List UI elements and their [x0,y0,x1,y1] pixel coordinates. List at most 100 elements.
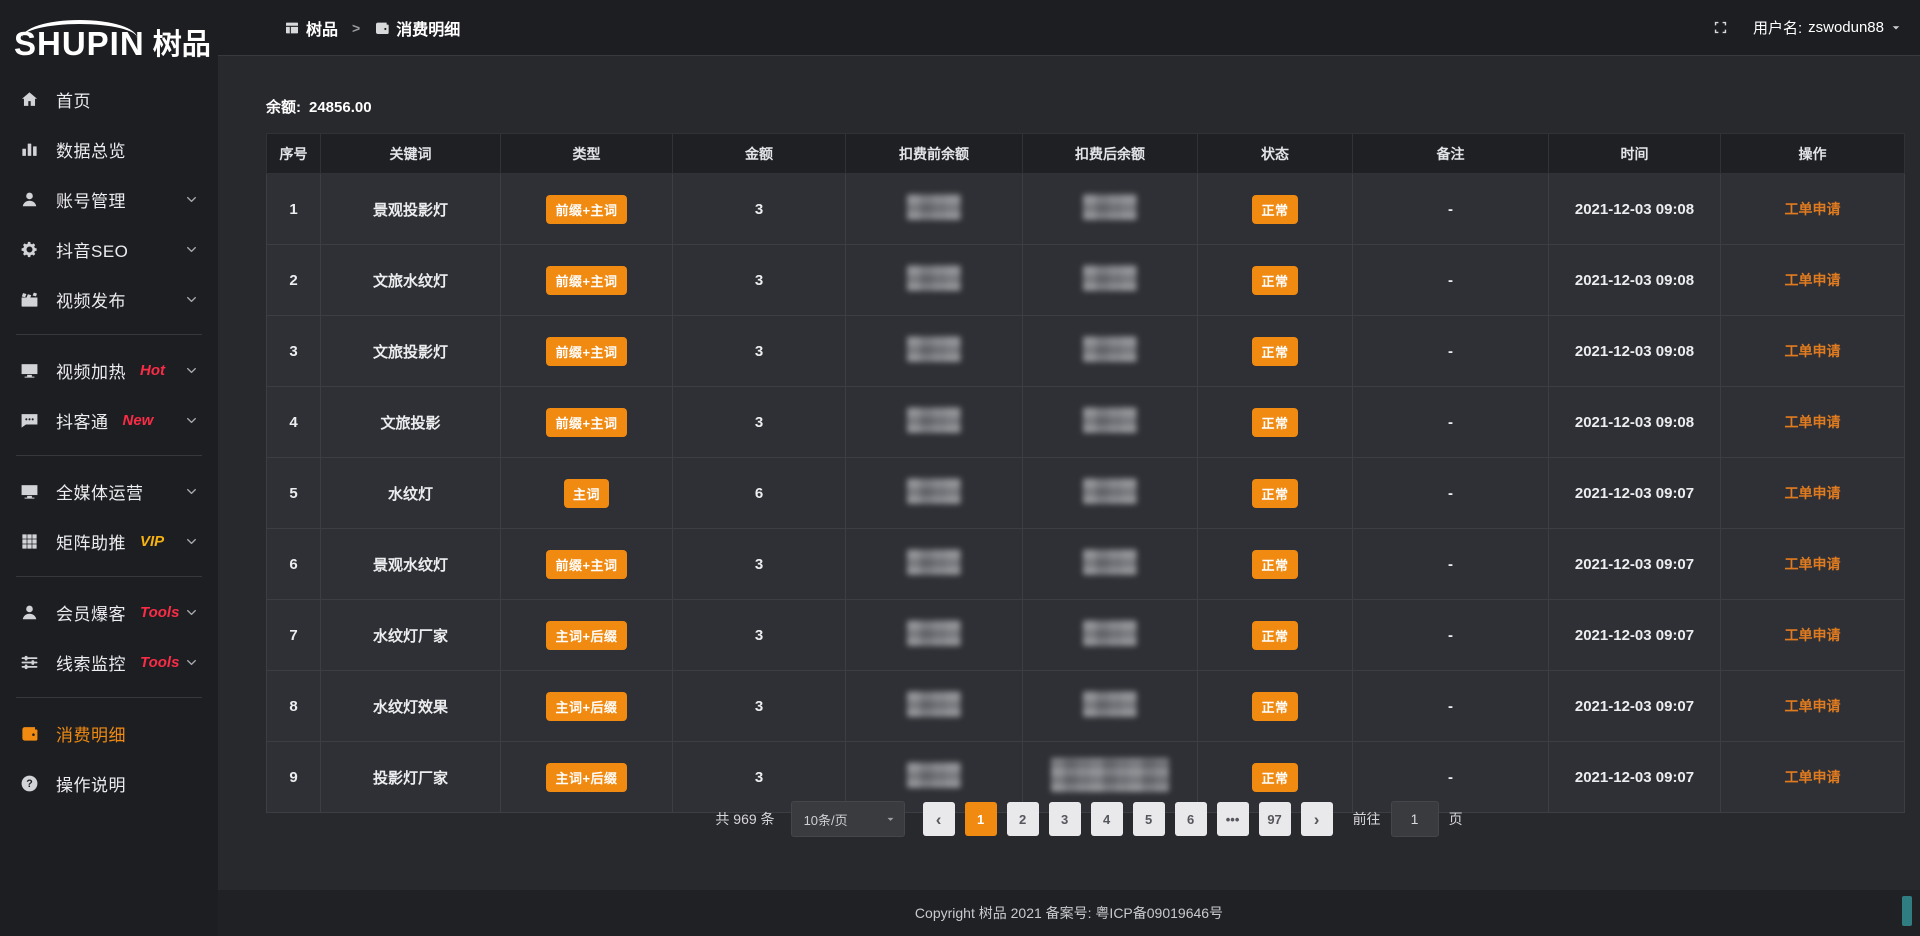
sidebar-divider [16,697,202,698]
page-size-value: 10条/页 [804,810,848,829]
sidebar-item-badge: Hot [140,362,165,379]
work-order-link[interactable]: 工单申请 [1785,698,1841,714]
grid-icon [20,531,40,551]
sidebar-item-抖音SEO[interactable]: 抖音SEO [0,224,218,274]
type-cell: 前缀+主词 [501,245,673,316]
column-header-状态: 状态 [1198,134,1353,174]
footer: Copyright 树品 2021 备案号: 粤ICP备09019646号 [218,890,1920,936]
remark-cell: - [1353,529,1549,600]
action-cell: 工单申请 [1721,671,1905,742]
work-order-link[interactable]: 工单申请 [1785,201,1841,217]
remark-cell: - [1353,316,1549,387]
keyword-cell: 文旅投影 [321,387,501,458]
copyright-text: Copyright 树品 2021 备案号: 粤ICP备09019646号 [915,903,1223,923]
chevron-down-icon [185,606,198,619]
topbar: 树品 > 消费明细 用户名: zswodun88 [218,0,1920,56]
work-order-link[interactable]: 工单申请 [1785,556,1841,572]
sidebar-item-全媒体运营[interactable]: 全媒体运营 [0,466,218,516]
sidebar-item-抖客通[interactable]: 抖客通New [0,395,218,445]
page-button-1[interactable]: 1 [965,802,997,836]
page-ellipsis-button[interactable]: ••• [1217,802,1249,836]
sidebar-item-视频加热[interactable]: 视频加热Hot [0,345,218,395]
page-button-6[interactable]: 6 [1175,802,1207,836]
page-button-4[interactable]: 4 [1091,802,1123,836]
page-button-5[interactable]: 5 [1133,802,1165,836]
sidebar-item-矩阵助推[interactable]: 矩阵助推VIP [0,516,218,566]
member-icon [20,602,40,622]
page-button-97[interactable]: 97 [1259,802,1291,836]
question-icon: ? [20,773,40,793]
user-dropdown[interactable]: 用户名: zswodun88 [1753,17,1902,38]
sidebar-menu: 首页数据总览账号管理抖音SEO视频发布视频加热Hot抖客通New 全媒体运营矩阵助… [0,74,218,808]
goto-label: 前往 [1353,809,1381,829]
work-order-link[interactable]: 工单申请 [1785,769,1841,785]
work-order-link[interactable]: 工单申请 [1785,627,1841,643]
balance-after-cell [1023,529,1198,600]
action-cell: 工单申请 [1721,529,1905,600]
balance-after-cell [1023,387,1198,458]
balance-after-blur [1083,620,1137,646]
work-order-link[interactable]: 工单申请 [1785,485,1841,501]
status-badge: 正常 [1252,479,1297,508]
page-button-2[interactable]: 2 [1007,802,1039,836]
column-header-扣费前余额: 扣费前余额 [846,134,1023,174]
remark-cell: - [1353,245,1549,316]
balance-after-blur [1083,691,1137,717]
balance-value: 24856.00 [309,99,372,116]
sidebar-item-首页[interactable]: 首页 [0,74,218,124]
balance-before-blur [907,194,961,220]
sidebar-item-线索监控[interactable]: 线索监控Tools [0,637,218,687]
keyword-cell: 文旅水纹灯 [321,245,501,316]
work-order-link[interactable]: 工单申请 [1785,343,1841,359]
chevron-down-icon [185,535,198,548]
breadcrumb-item-home[interactable]: 树品 [284,16,338,40]
wallet-icon [374,20,390,36]
sidebar-item-消费明细[interactable]: 消费明细 [0,708,218,758]
page-button-3[interactable]: 3 [1049,802,1081,836]
action-cell: 工单申请 [1721,600,1905,671]
side-widget[interactable] [1902,896,1912,926]
balance-before-blur [907,549,961,575]
work-order-link[interactable]: 工单申请 [1785,272,1841,288]
sidebar-item-账号管理[interactable]: 账号管理 [0,174,218,224]
sidebar-item-视频发布[interactable]: 视频发布 [0,274,218,324]
row-index: 3 [267,316,321,387]
balance-label: 余额: [266,99,301,116]
balance-before-blur [907,691,961,717]
next-page-button[interactable]: › [1301,802,1333,836]
sidebar-item-数据总览[interactable]: 数据总览 [0,124,218,174]
row-index: 4 [267,387,321,458]
table-row: 3文旅投影灯前缀+主词3正常-2021-12-03 09:08工单申请 [267,316,1905,387]
sidebar-item-badge: VIP [140,533,164,550]
balance-before-blur [907,762,961,788]
time-cell: 2021-12-03 09:08 [1549,387,1721,458]
fullscreen-icon[interactable] [1712,19,1729,36]
balance-after-cell [1023,600,1198,671]
breadcrumb-item-current[interactable]: 消费明细 [374,16,460,40]
screen-icon [20,481,40,501]
table-body: 1景观投影灯前缀+主词3正常-2021-12-03 09:08工单申请2文旅水纹… [267,174,1905,813]
balance-before-blur [907,265,961,291]
type-cell: 前缀+主词 [501,174,673,245]
status-badge: 正常 [1252,692,1297,721]
page-size-select[interactable]: 10条/页 [791,801,905,837]
balance-after-cell [1023,316,1198,387]
sidebar-item-label: 消费明细 [56,721,126,746]
balance-after-blur [1083,336,1137,362]
sidebar-item-badge: Tools [140,654,179,671]
column-header-时间: 时间 [1549,134,1721,174]
status-badge: 正常 [1252,408,1297,437]
column-header-类型: 类型 [501,134,673,174]
remark-cell: - [1353,458,1549,529]
prev-page-button[interactable]: ‹ [923,802,955,836]
balance-after-cell [1023,174,1198,245]
sidebar-item-会员爆客[interactable]: 会员爆客Tools [0,587,218,637]
wallet-icon [20,723,40,743]
clapper-icon [20,289,40,309]
work-order-link[interactable]: 工单申请 [1785,414,1841,430]
chevron-down-icon [185,293,198,306]
goto-page-input[interactable] [1391,801,1439,837]
sidebar-item-操作说明[interactable]: ?操作说明 [0,758,218,808]
balance-after-blur [1083,549,1137,575]
balance: 余额: 24856.00 [266,96,372,117]
